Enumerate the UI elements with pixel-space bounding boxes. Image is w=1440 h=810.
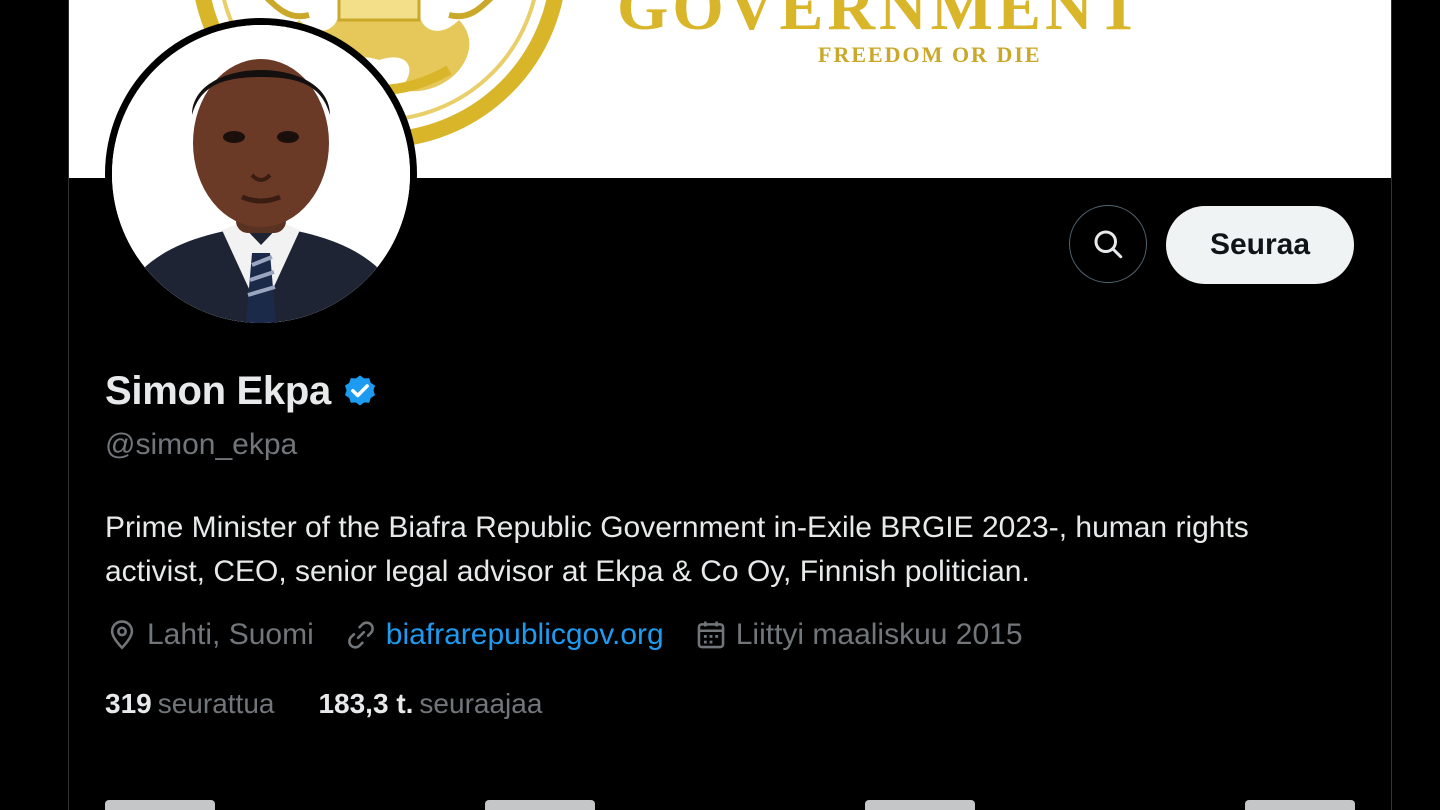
profile-avatar[interactable] xyxy=(105,18,417,330)
profile-meta: Lahti, Suomi biafrarepublicgov.org Liitt… xyxy=(105,618,1053,652)
joined-text: Liittyi maaliskuu 2015 xyxy=(735,618,1023,651)
location-text: Lahti, Suomi xyxy=(147,618,314,651)
verified-badge-icon[interactable] xyxy=(341,373,379,411)
tab-peek[interactable] xyxy=(105,800,215,810)
avatar-portrait-icon xyxy=(112,25,410,323)
joined-item: Liittyi maaliskuu 2015 xyxy=(694,618,1023,652)
location-pin-icon xyxy=(110,620,134,650)
website-link[interactable]: biafrarepublicgov.org xyxy=(386,618,664,652)
display-name: Simon Ekpa xyxy=(105,369,331,413)
profile-tabs-peek xyxy=(105,800,1355,810)
following-link[interactable]: 319 seurattua xyxy=(105,688,274,720)
link-icon xyxy=(347,621,374,649)
follow-button[interactable]: Seuraa xyxy=(1166,206,1354,284)
name-row: Simon Ekpa xyxy=(105,369,379,414)
followers-count: 183,3 t. xyxy=(318,688,414,719)
banner-heading: GOVERNMENT xyxy=(617,0,1145,44)
tab-peek[interactable] xyxy=(1245,800,1355,810)
profile-bio: Prime Minister of the Biafra Republic Go… xyxy=(105,511,1249,588)
website-item[interactable]: biafrarepublicgov.org xyxy=(344,618,664,652)
search-profile-button[interactable] xyxy=(1069,205,1147,283)
followers-link[interactable]: 183,3 t. seuraajaa xyxy=(318,688,542,720)
following-label: seurattua xyxy=(157,688,275,719)
avatar-photo xyxy=(112,25,410,323)
search-icon xyxy=(1094,230,1123,259)
location-item: Lahti, Suomi xyxy=(105,618,314,652)
calendar-icon xyxy=(697,621,725,649)
tab-peek[interactable] xyxy=(865,800,975,810)
following-count: 319 xyxy=(105,688,152,719)
profile-page: GOVERNMENT FREEDOM OR DIE Seuraa Simon E… xyxy=(68,0,1392,810)
profile-handle: @simon_ekpa xyxy=(105,428,298,461)
follow-counts: 319 seurattua 183,3 t. seuraajaa xyxy=(105,688,586,720)
banner-motto: FREEDOM OR DIE xyxy=(818,42,1042,67)
followers-label: seuraajaa xyxy=(419,688,543,719)
tab-peek[interactable] xyxy=(485,800,595,810)
